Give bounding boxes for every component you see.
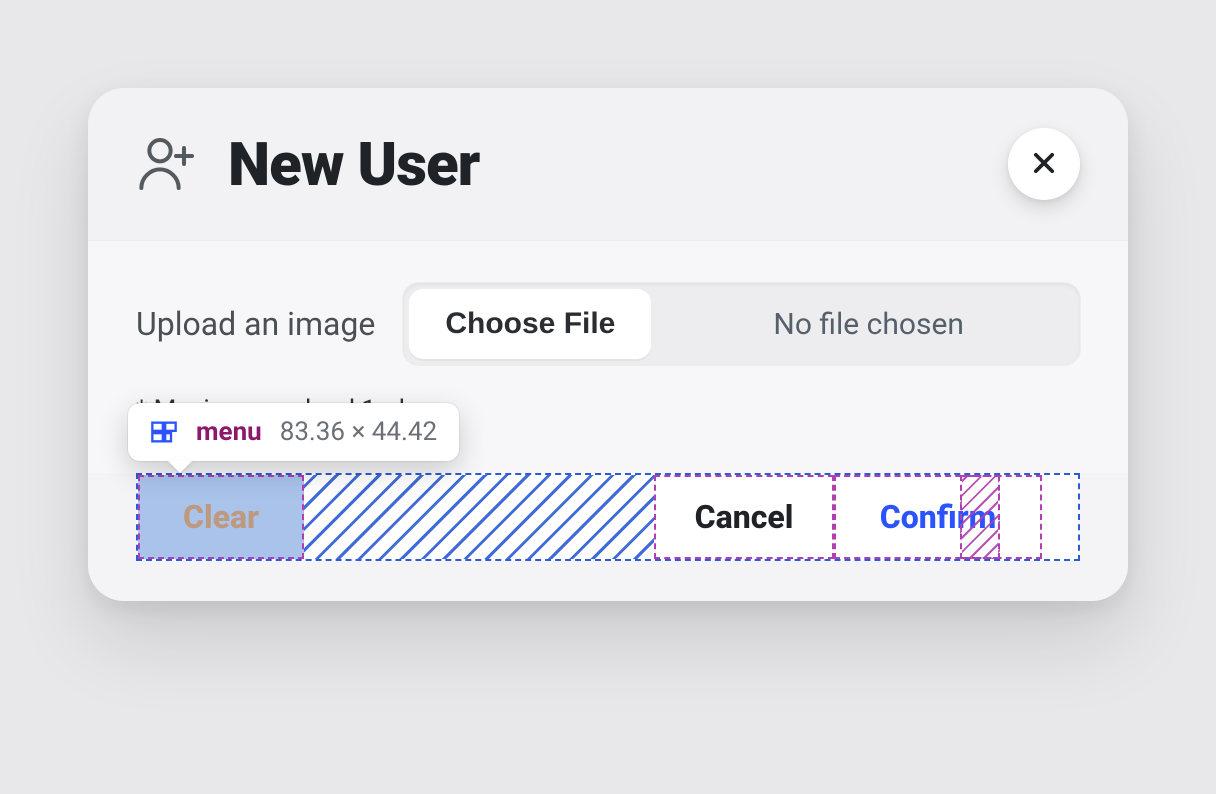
clear-button[interactable]: Clear	[138, 475, 304, 559]
dialog-card: New User Upload an image Choose File No …	[88, 88, 1128, 601]
file-input[interactable]: Choose File No file chosen	[403, 283, 1080, 365]
flex-icon	[150, 418, 178, 446]
close-button[interactable]	[1008, 128, 1080, 200]
upload-label: Upload an image	[136, 305, 375, 343]
dialog-header: New User	[88, 88, 1128, 240]
button-row: Clear Cancel Confirm	[136, 473, 1080, 561]
dialog-title: New User	[228, 129, 1008, 200]
close-icon	[1030, 149, 1058, 180]
stage: New User Upload an image Choose File No …	[0, 0, 1216, 794]
flex-gap-overlay	[960, 475, 1000, 559]
confirm-button[interactable]: Confirm	[834, 475, 1042, 559]
devtools-element-name: menu	[196, 417, 262, 447]
devtools-tooltip: menu 83.36 × 44.42	[128, 403, 459, 461]
cancel-button[interactable]: Cancel	[654, 475, 834, 559]
upload-row: Upload an image Choose File No file chos…	[136, 283, 1080, 365]
devtools-dimensions: 83.36 × 44.42	[280, 417, 437, 447]
file-status: No file chosen	[657, 283, 1080, 365]
choose-file-button[interactable]: Choose File	[409, 289, 651, 359]
add-user-icon	[136, 132, 200, 196]
dialog-footer: menu 83.36 × 44.42 Clear Cancel Confirm	[88, 473, 1128, 601]
flex-spacer	[304, 475, 654, 559]
